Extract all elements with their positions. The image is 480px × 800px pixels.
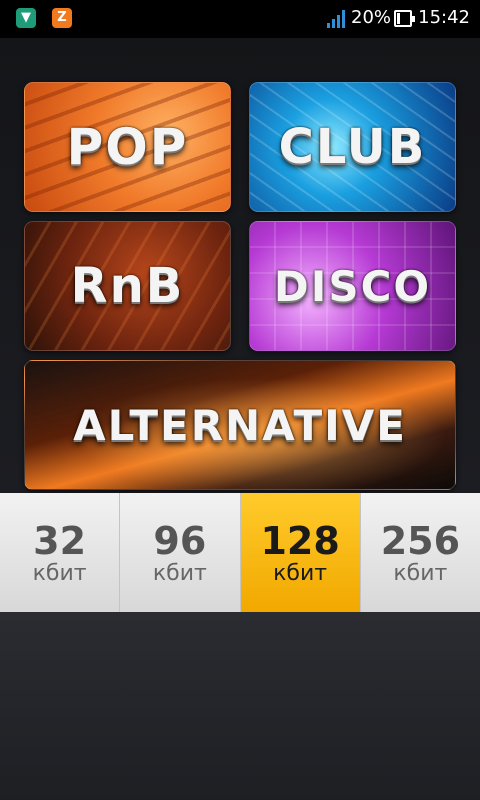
bitrate-option-256[interactable]: 256 кбит <box>361 493 480 612</box>
empty-panel <box>0 612 480 800</box>
bitrate-selector: 32 кбит 96 кбит 128 кбит 256 кбит <box>0 493 480 612</box>
genre-grid: POP CLUB RnB DISCO ALTERNATIVE <box>0 38 480 493</box>
bitrate-value: 128 <box>260 518 340 563</box>
genre-label: POP <box>66 118 189 176</box>
bitrate-option-32[interactable]: 32 кбит <box>0 493 121 612</box>
bitrate-option-96[interactable]: 96 кбит <box>120 493 241 612</box>
status-bar: ▼ Z 20% 15:42 <box>0 0 480 38</box>
genre-label: RnB <box>70 258 185 314</box>
z-app-icon: Z <box>52 8 72 28</box>
signal-icon <box>327 10 345 28</box>
clock: 15:42 <box>418 7 470 28</box>
bitrate-value: 256 <box>380 518 461 563</box>
bitrate-value: 96 <box>153 518 207 563</box>
battery-icon <box>394 10 415 27</box>
bitrate-unit: кбит <box>152 560 207 586</box>
genre-tile-disco[interactable]: DISCO <box>249 221 456 351</box>
bitrate-unit: кбит <box>32 560 87 586</box>
battery-percent: 20% <box>351 7 392 28</box>
genre-label: DISCO <box>273 261 432 311</box>
genre-tile-alternative[interactable]: ALTERNATIVE <box>24 360 456 490</box>
bitrate-option-128[interactable]: 128 кбит <box>240 493 361 612</box>
genre-tile-rnb[interactable]: RnB <box>24 221 231 351</box>
genre-tile-pop[interactable]: POP <box>24 82 231 212</box>
genre-tile-club[interactable]: CLUB <box>249 82 456 212</box>
genre-label: ALTERNATIVE <box>73 400 407 450</box>
bitrate-unit: кбит <box>393 560 448 586</box>
bitrate-value: 32 <box>33 518 87 563</box>
shield-icon: ▼ <box>16 8 36 28</box>
battery-level <box>397 13 400 24</box>
genre-label: CLUB <box>278 119 427 175</box>
bitrate-unit: кбит <box>273 560 328 586</box>
